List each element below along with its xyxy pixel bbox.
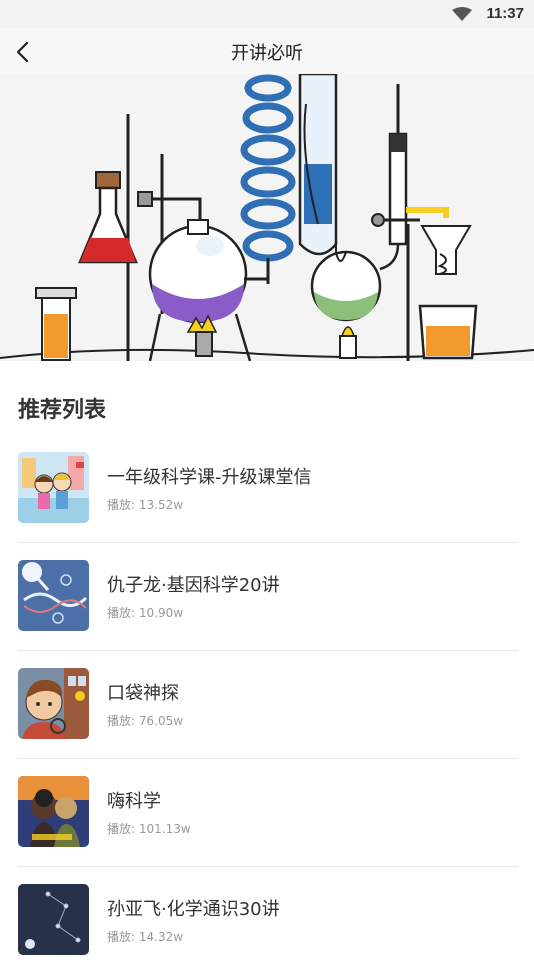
- detective-boy-thumb: [18, 668, 89, 739]
- item-title: 孙亚飞·化学通识30讲: [107, 899, 280, 920]
- section-title: 推荐列表: [18, 398, 107, 423]
- dna-thumb: [18, 560, 89, 631]
- item-plays: 播放: 76.05w: [107, 714, 184, 728]
- item-title: 一年级科学课-升级课堂信: [107, 467, 312, 488]
- item-title: 嗨科学: [107, 791, 161, 812]
- page-title: 开讲必听: [231, 43, 303, 64]
- status-bar: 11:37: [0, 0, 534, 28]
- list-item[interactable]: 嗨科学 播放: 101.13w: [0, 764, 534, 872]
- item-title: 口袋神探: [107, 683, 179, 704]
- kids-cartoon-thumb: [18, 452, 89, 523]
- science-kids-thumb: [18, 776, 89, 847]
- divider: [18, 542, 518, 543]
- item-title: 仇子龙·基因科学20讲: [107, 575, 280, 596]
- divider: [18, 758, 518, 759]
- item-plays: 播放: 101.13w: [107, 822, 191, 836]
- list-item[interactable]: 一年级科学课-升级课堂信 播放: 13.52w: [0, 440, 534, 548]
- item-plays: 播放: 10.90w: [107, 606, 184, 620]
- status-time: 11:37: [486, 5, 524, 22]
- wifi-icon: [452, 7, 472, 21]
- chemistry-lab-illustration: [0, 74, 534, 361]
- hero-banner: [0, 74, 534, 361]
- list-item[interactable]: 孙亚飞·化学通识30讲 播放: 14.32w: [0, 872, 534, 980]
- divider: [18, 866, 518, 867]
- item-plays: 播放: 13.52w: [107, 498, 184, 512]
- constellation-thumb: [18, 884, 89, 955]
- divider: [18, 650, 518, 651]
- item-plays: 播放: 14.32w: [107, 930, 184, 944]
- recommend-list: 一年级科学课-升级课堂信 播放: 13.52w 仇子龙·基因科学20讲 播放: …: [0, 440, 534, 980]
- list-item[interactable]: 仇子龙·基因科学20讲 播放: 10.90w: [0, 548, 534, 656]
- list-item[interactable]: 口袋神探 播放: 76.05w: [0, 656, 534, 764]
- nav-bar: 开讲必听: [0, 28, 534, 74]
